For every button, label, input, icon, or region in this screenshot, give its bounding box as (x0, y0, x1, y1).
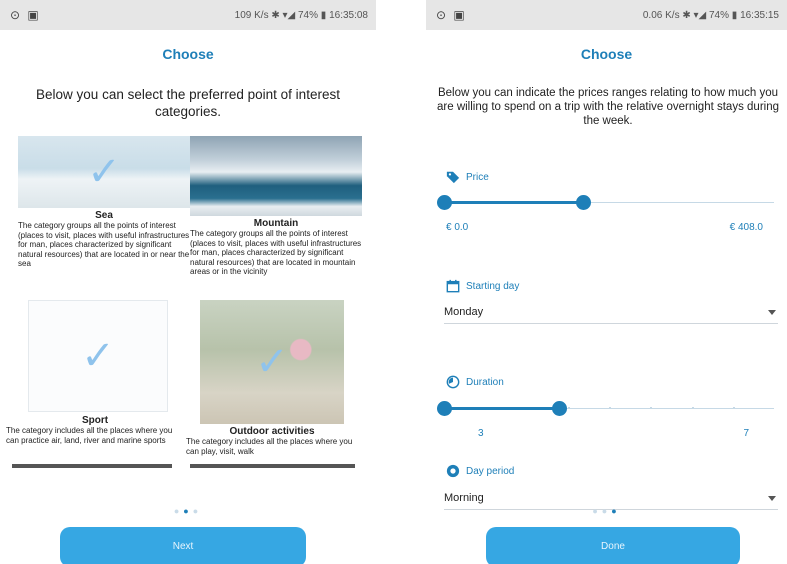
category-text-sport: Sport The category includes all the plac… (6, 413, 184, 445)
price-tag-icon (446, 171, 460, 184)
chevron-down-icon (768, 496, 776, 501)
done-button[interactable]: Done (486, 527, 740, 564)
intro-text: Below you can select the preferred point… (36, 87, 340, 119)
next-row-image-edge (190, 464, 355, 468)
category-card-sea[interactable]: ✓ Sea The category groups all the points… (18, 136, 190, 269)
intro-text: Below you can indicate the prices ranges… (437, 87, 779, 127)
checkmark-icon: ✓ (255, 340, 289, 384)
category-text-outdoor: Outdoor activities The category includes… (186, 424, 358, 456)
slider-tick (692, 407, 694, 409)
category-description: The category includes all the places whe… (186, 437, 353, 456)
category-card-outdoor[interactable]: ✓ (200, 300, 344, 424)
outdoor-image: ✓ (200, 300, 344, 424)
price-range-slider[interactable] (437, 193, 774, 213)
day-period-label-text: Day period (466, 465, 515, 477)
status-icons: ⊙ ▣ (10, 8, 41, 22)
status-bar: ⊙ ▣ 0.06 K/s ✱ ▾◢ 74% ▮ 16:35:15 (426, 0, 787, 30)
duration-range-slider[interactable] (437, 399, 774, 419)
status-info: 109 K/s ✱ ▾◢ 74% ▮ 16:35:08 (234, 10, 368, 21)
day-period-value: Morning (444, 492, 484, 504)
category-name: Sport (81, 415, 109, 426)
price-label: Price (446, 170, 489, 184)
mountain-image (190, 136, 362, 216)
category-name: Outdoor activities (229, 426, 315, 437)
starting-day-value: Monday (444, 306, 484, 318)
starting-day-label: Starting day (446, 279, 519, 293)
next-row-image-edge (12, 464, 172, 468)
page-dot: ● (192, 506, 203, 516)
page-indicator: ●●● (174, 506, 202, 516)
duration-label: Duration (446, 375, 504, 389)
category-description: The category groups all the points of in… (18, 221, 190, 268)
day-period-label: Day period (446, 464, 514, 478)
category-name: Mountain (253, 218, 299, 229)
slider-min-handle[interactable] (437, 195, 452, 210)
checkmark-icon: ✓ (81, 334, 115, 378)
price-min-value: € 0.0 (446, 222, 469, 233)
starting-day-label-text: Starting day (466, 280, 520, 292)
price-label-text: Price (466, 171, 489, 183)
page-indicator: ●●● (592, 506, 620, 516)
page-title: Choose (162, 46, 214, 62)
category-description: The category includes all the places whe… (6, 426, 173, 445)
slider-tick (650, 407, 652, 409)
left-screen: ⊙ ▣ 109 K/s ✱ ▾◢ 74% ▮ 16:35:08 Choose B… (0, 0, 376, 564)
category-card-mountain[interactable]: Mountain The category groups all the poi… (190, 136, 362, 277)
category-description: The category groups all the points of in… (190, 229, 362, 276)
slider-max-handle[interactable] (576, 195, 591, 210)
slider-min-handle[interactable] (437, 401, 452, 416)
page-dot-active: ● (183, 506, 193, 516)
calendar-icon (446, 279, 460, 293)
sun-icon (446, 464, 460, 478)
sea-image: ✓ (18, 136, 190, 208)
sport-image: ✓ (28, 300, 168, 412)
slider-fill (444, 407, 559, 410)
slider-fill (444, 201, 583, 204)
category-card-sport[interactable]: ✓ (28, 300, 168, 412)
page-dot-active: ● (611, 506, 621, 516)
slider-tick (609, 407, 611, 409)
checkmark-icon: ✓ (87, 150, 121, 194)
page-title: Choose (580, 46, 633, 62)
price-max-value: € 408.0 (729, 222, 763, 233)
duration-icon (446, 375, 460, 389)
starting-day-select[interactable]: Monday (444, 302, 778, 324)
slider-tick (733, 407, 735, 409)
status-bar: ⊙ ▣ 109 K/s ✱ ▾◢ 74% ▮ 16:35:08 (0, 0, 376, 30)
chevron-down-icon (768, 310, 776, 315)
right-screen: ⊙ ▣ 0.06 K/s ✱ ▾◢ 74% ▮ 16:35:15 Choose … (426, 0, 787, 564)
duration-label-text: Duration (466, 376, 504, 388)
duration-max-value: 7 (743, 428, 749, 439)
slider-tick (568, 407, 570, 409)
status-icons: ⊙ ▣ (436, 8, 467, 22)
next-button[interactable]: Next (60, 527, 306, 564)
status-info: 0.06 K/s ✱ ▾◢ 74% ▮ 16:35:15 (642, 10, 779, 21)
duration-min-value: 3 (478, 428, 484, 439)
page-dot: ● (601, 506, 612, 516)
category-name: Sea (95, 210, 113, 221)
slider-max-handle[interactable] (552, 401, 567, 416)
